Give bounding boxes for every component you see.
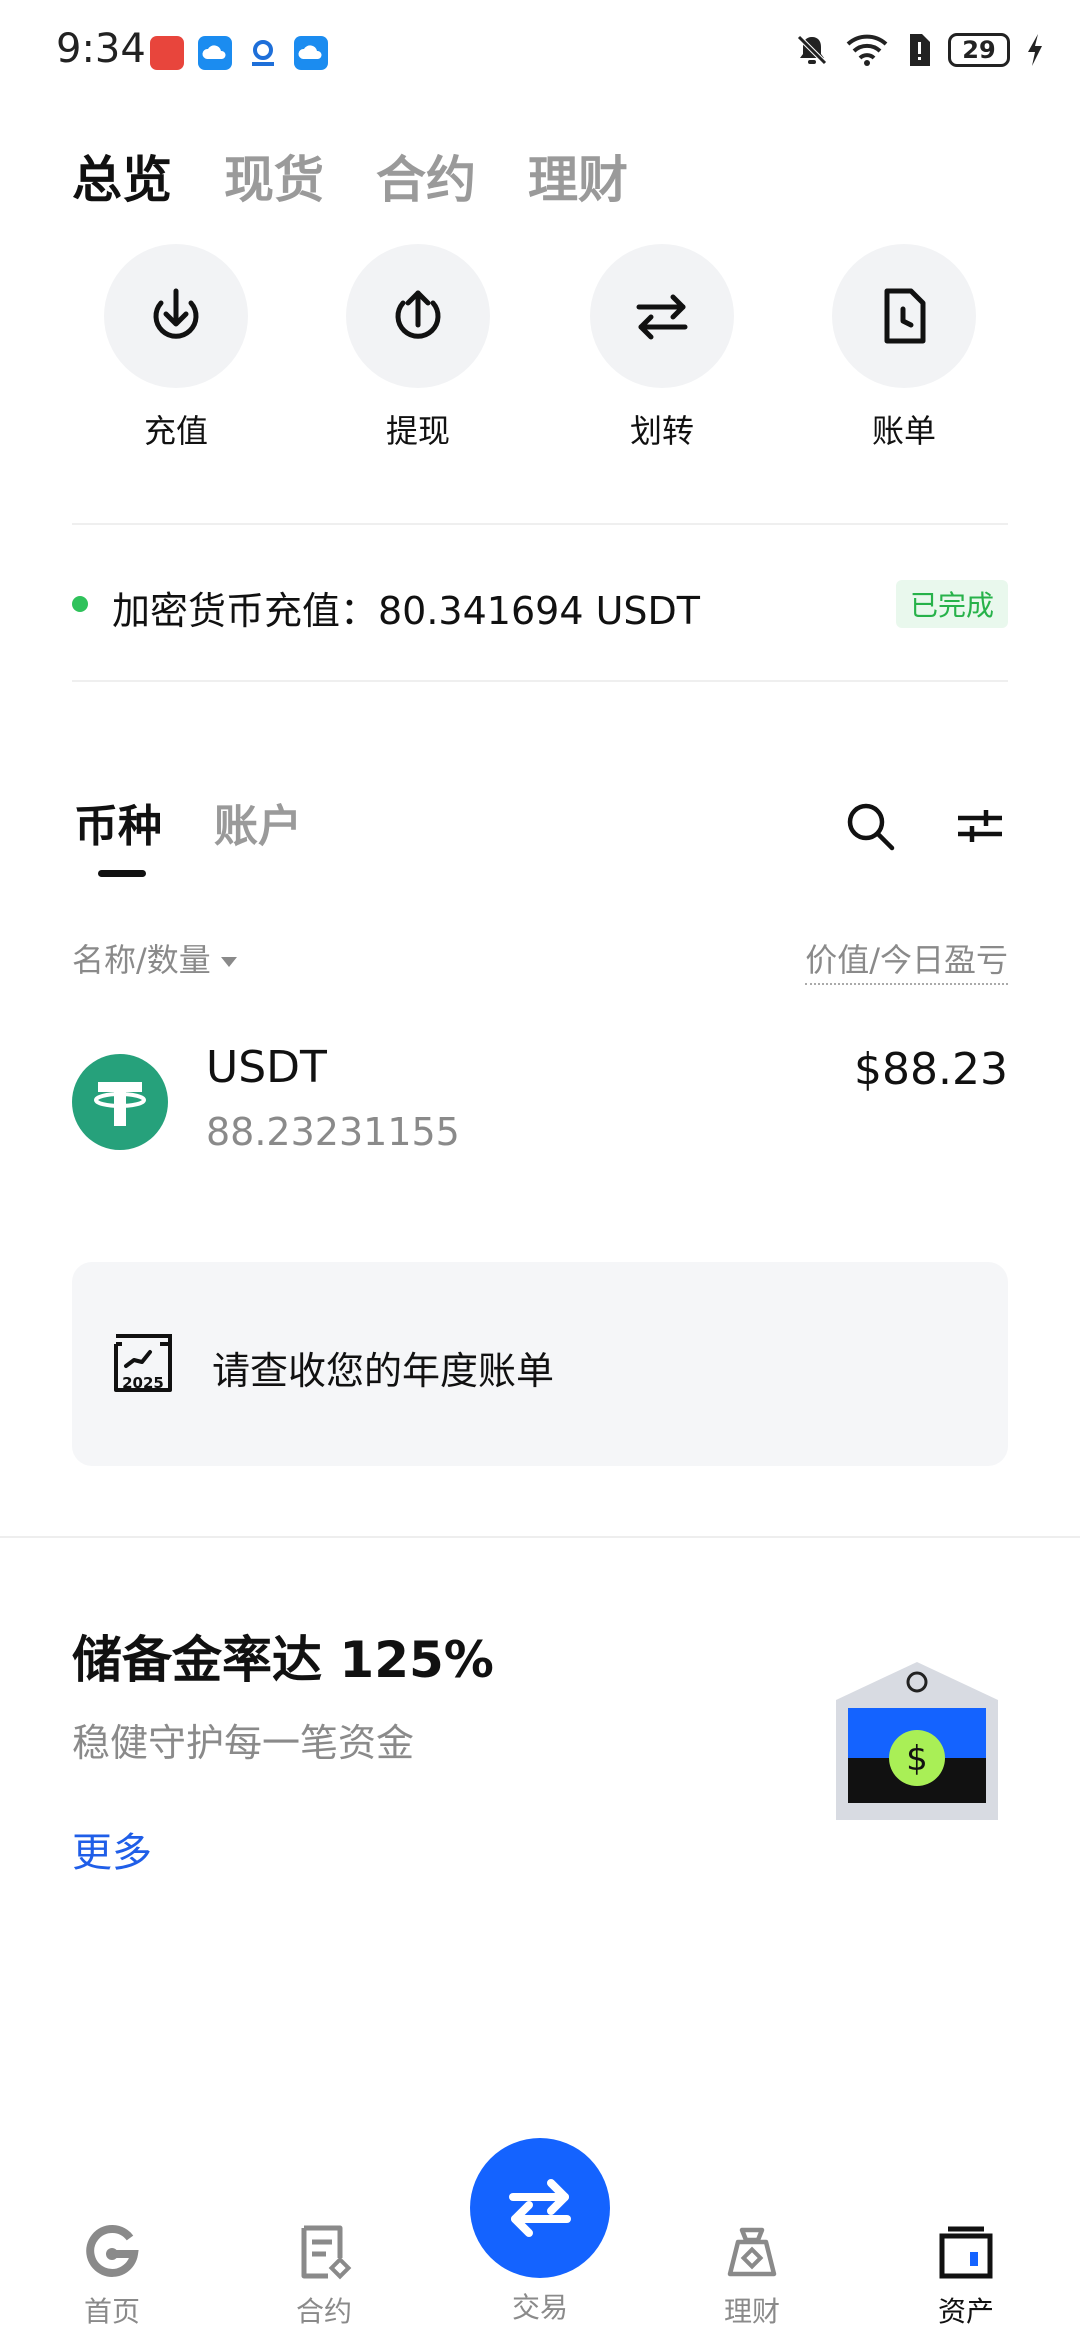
battery-indicator: 29 — [948, 33, 1010, 67]
coin-name: USDT — [206, 1042, 327, 1093]
transfer-label: 划转 — [629, 412, 694, 450]
contract-icon — [301, 2225, 352, 2280]
chevron-down-icon — [220, 957, 237, 967]
status-indicators: 29 — [794, 32, 1044, 68]
tab-overview[interactable]: 总览 — [72, 140, 172, 212]
sort-by-name[interactable]: 名称/数量 — [72, 935, 237, 981]
divider — [72, 523, 1008, 525]
search-icon — [847, 803, 895, 851]
deposit-label: 充值 — [143, 412, 208, 450]
divider — [72, 680, 1008, 682]
nav-earn-label: 理财 — [723, 2295, 780, 2328]
trade-swap-icon — [509, 2179, 571, 2237]
annual-bill-text: 请查收您的年度账单 — [212, 1349, 555, 1393]
trade-button[interactable] — [470, 2138, 610, 2278]
status-bar: 9:34 29 — [0, 0, 1080, 110]
status-time: 9:34 — [56, 26, 146, 72]
cloud-app-icon — [198, 36, 232, 70]
nav-home-label: 首页 — [83, 2295, 140, 2328]
bank-vault-icon: $ — [836, 1662, 998, 1820]
charging-bolt-icon — [1028, 34, 1042, 66]
transfer-arrows-icon — [636, 294, 688, 340]
status-dot — [72, 596, 88, 612]
quick-actions: 充值 提现 划转 账单 — [0, 244, 1080, 464]
nav-contract-label: 合约 — [295, 2295, 352, 2328]
bill-document-icon — [884, 288, 926, 344]
assets-screen: 9:34 29 总览 现货 合约 理财 充值 提现 划转 账单 加密货币充值：8… — [0, 0, 1080, 2340]
reserve-subtitle: 稳健守护每一笔资金 — [72, 1721, 415, 1765]
bill-button[interactable]: 账单 — [824, 244, 984, 452]
deposit-notice[interactable]: 加密货币充值：80.341694 USDT 已完成 — [72, 570, 1008, 640]
tab-accounts[interactable]: 账户 — [214, 790, 302, 854]
tether-icon — [72, 1054, 168, 1150]
filter-sliders-icon — [958, 810, 1002, 842]
bank-app-icon — [246, 36, 280, 70]
tab-earn[interactable]: 理财 — [528, 140, 628, 212]
annual-report-icon: 2025 — [114, 1334, 172, 1392]
tab-coins[interactable]: 币种 — [74, 790, 162, 877]
top-tabs: 总览 现货 合约 理财 — [72, 140, 628, 212]
coin-value: $88.23 — [854, 1044, 1008, 1095]
huawei-app-icon — [150, 36, 184, 70]
mute-bell-icon — [797, 35, 827, 65]
upload-circle-icon — [395, 290, 441, 339]
nav-assets-label: 资产 — [937, 2295, 994, 2328]
nav-contract[interactable]: 合约 — [254, 2220, 394, 2330]
svg-text:$: $ — [906, 1739, 928, 1779]
tab-contract[interactable]: 合约 — [376, 140, 476, 212]
reserve-more-link[interactable]: 更多 — [72, 1820, 152, 1878]
bill-label: 账单 — [871, 412, 936, 450]
nav-assets[interactable]: 资产 — [896, 2220, 1036, 2330]
alert-sim-icon — [910, 34, 930, 66]
reserve-title: 储备金率达 125% — [72, 1631, 494, 1689]
nav-home[interactable]: 首页 — [42, 2220, 182, 2330]
withdraw-label: 提现 — [385, 412, 450, 450]
wallet-icon — [939, 2226, 993, 2279]
annual-bill-card[interactable]: 2025 请查收您的年度账单 — [72, 1262, 1008, 1466]
list-header-left: 名称/数量 — [72, 941, 211, 979]
status-badge: 已完成 — [895, 580, 1008, 628]
transfer-button[interactable]: 划转 — [582, 244, 742, 452]
nav-trade-label: 交易 — [511, 2291, 568, 2324]
deposit-button[interactable]: 充值 — [96, 244, 256, 452]
wifi-icon — [846, 34, 888, 66]
download-circle-icon — [153, 288, 199, 339]
withdraw-button[interactable]: 提现 — [338, 244, 498, 452]
status-app-icons — [150, 36, 328, 70]
svg-text:2025: 2025 — [122, 1374, 164, 1392]
list-header-right[interactable]: 价值/今日盈亏 — [805, 935, 1008, 985]
tab-spot[interactable]: 现货 — [224, 140, 324, 212]
section-separator — [0, 1536, 1080, 1538]
earn-icon — [727, 2227, 777, 2277]
home-icon — [86, 2225, 139, 2277]
coin-row-usdt[interactable]: USDT 88.23231155 $88.23 — [72, 1040, 1008, 1170]
deposit-notice-text: 加密货币充值：80.341694 USDT — [112, 589, 700, 633]
asset-tabs: 币种 账户 — [74, 790, 302, 877]
nav-earn[interactable]: 理财 — [682, 2220, 822, 2330]
coin-quantity: 88.23231155 — [206, 1110, 460, 1154]
cloud-app-icon-2 — [294, 36, 328, 70]
filter-button[interactable] — [950, 796, 1010, 856]
search-button[interactable] — [840, 796, 900, 856]
